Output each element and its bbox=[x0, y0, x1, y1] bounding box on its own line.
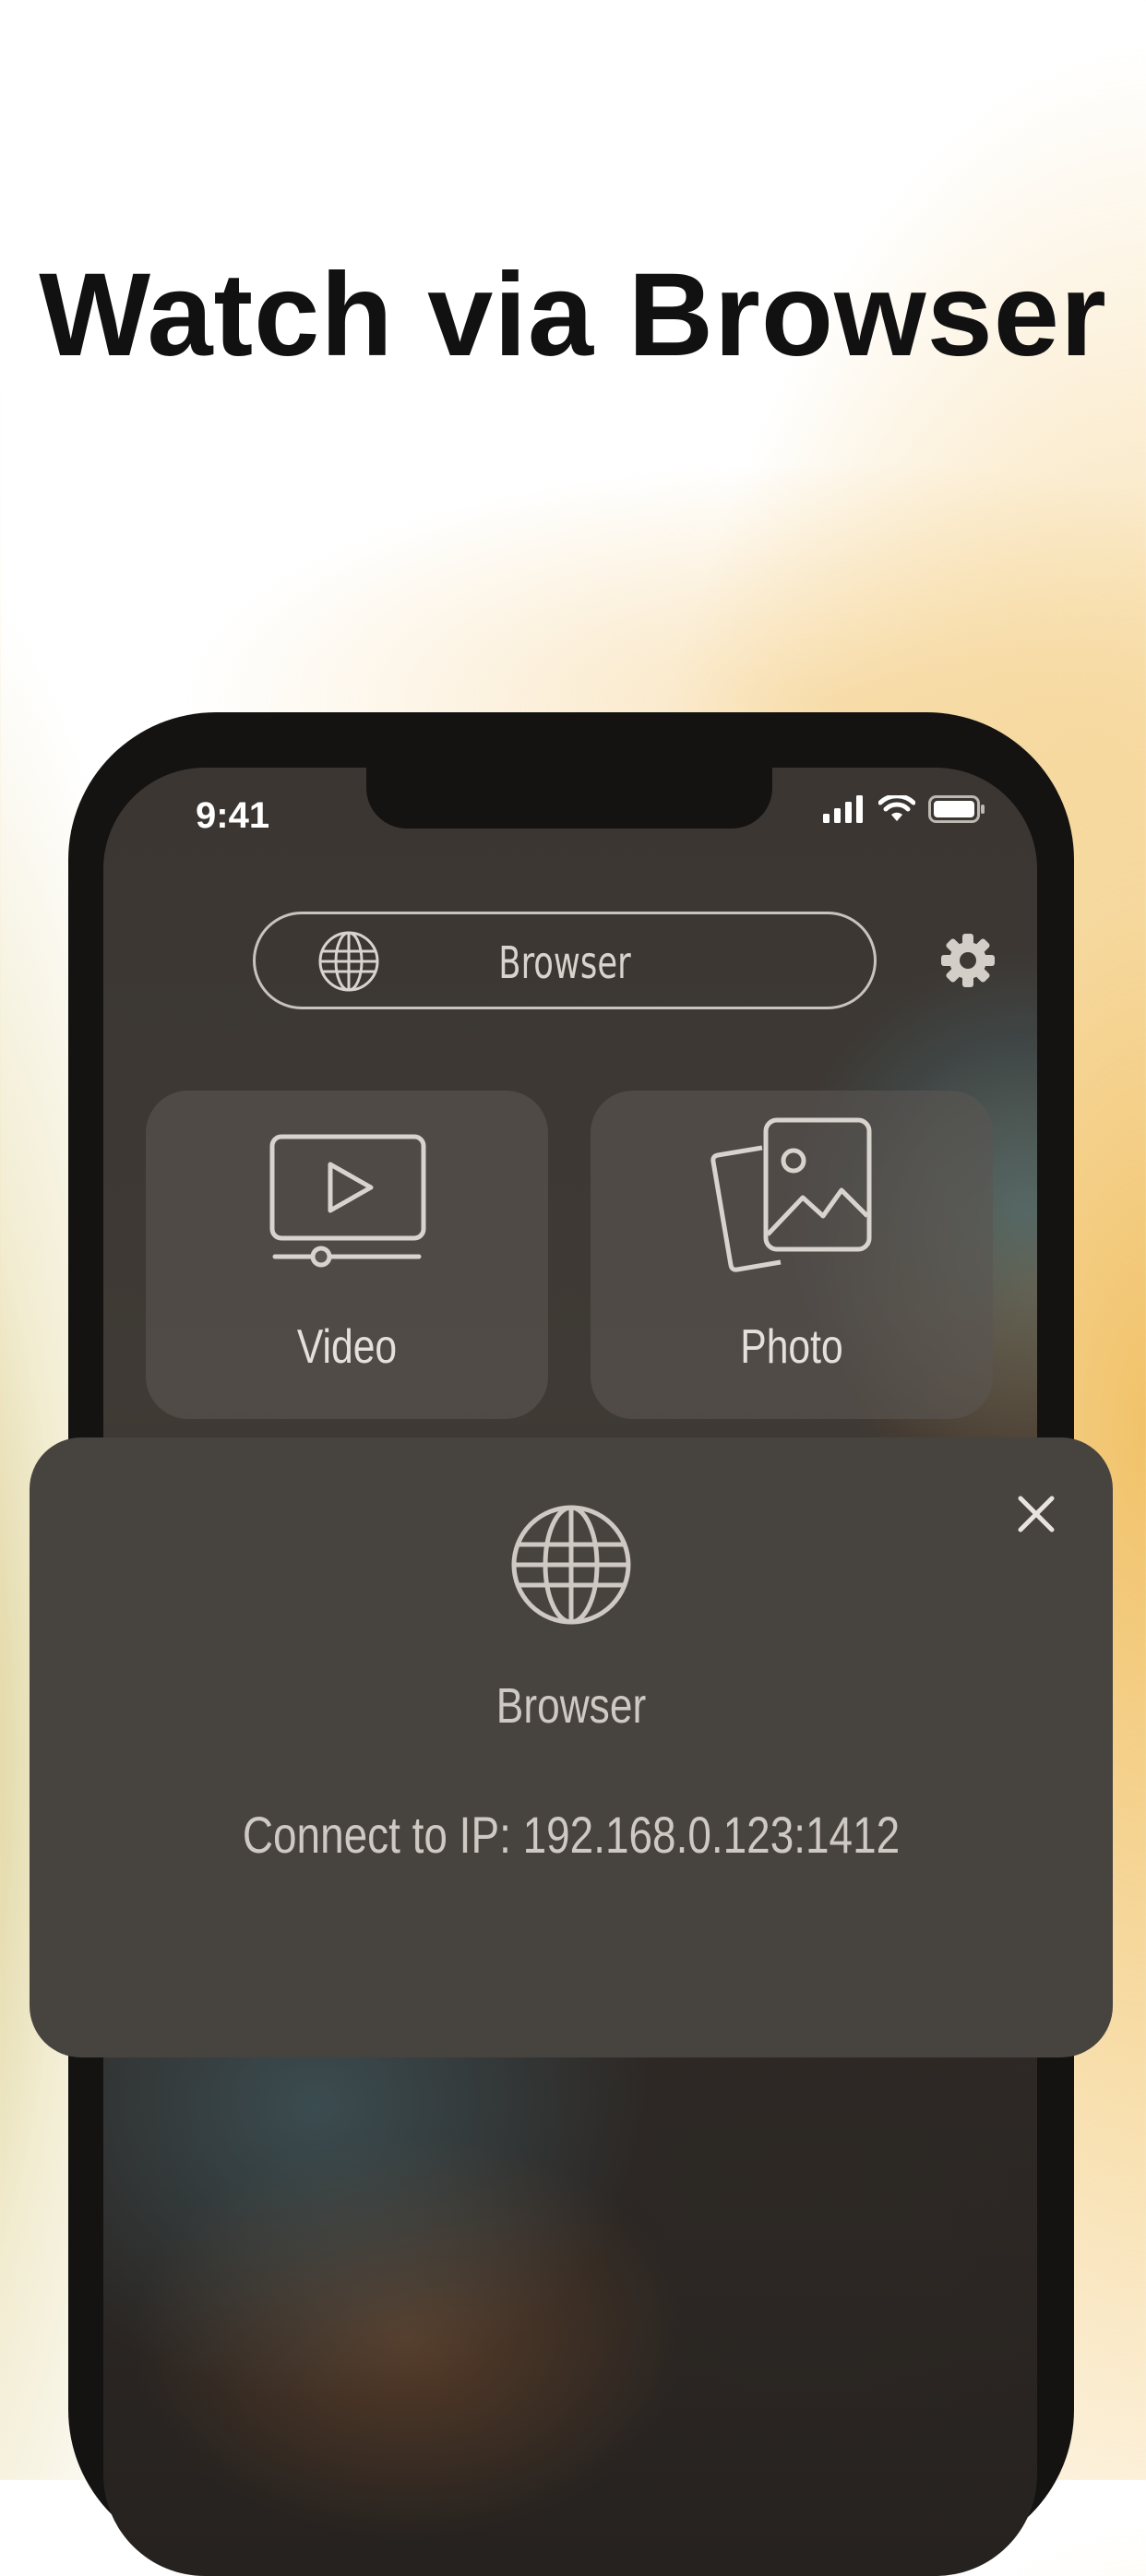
video-tile-label: Video bbox=[296, 1320, 398, 1374]
connection-ip-text: Connect to IP: 192.168.0.123:1412 bbox=[242, 1806, 901, 1864]
notch bbox=[366, 768, 772, 829]
browser-connect-modal: Browser Connect to IP: 192.168.0.123:141… bbox=[30, 1437, 1113, 2057]
globe-icon bbox=[511, 1505, 631, 1625]
wifi-icon bbox=[878, 795, 915, 821]
photo-stack-icon bbox=[710, 1117, 872, 1272]
battery-icon bbox=[928, 795, 985, 823]
signal-icon bbox=[823, 795, 863, 823]
video-tile[interactable]: Video bbox=[146, 1091, 548, 1419]
status-time: 9:41 bbox=[196, 795, 270, 836]
status-icons bbox=[823, 795, 985, 823]
headline: Watch via Browser bbox=[39, 249, 1107, 381]
gear-icon[interactable] bbox=[939, 932, 997, 994]
video-player-icon bbox=[269, 1134, 426, 1268]
photo-tile-label: Photo bbox=[740, 1320, 843, 1374]
browser-button[interactable]: Browser bbox=[253, 912, 877, 1009]
modal-title: Browser bbox=[495, 1678, 647, 1734]
browser-button-label: Browser bbox=[498, 937, 631, 989]
photo-tile[interactable]: Photo bbox=[591, 1091, 993, 1419]
